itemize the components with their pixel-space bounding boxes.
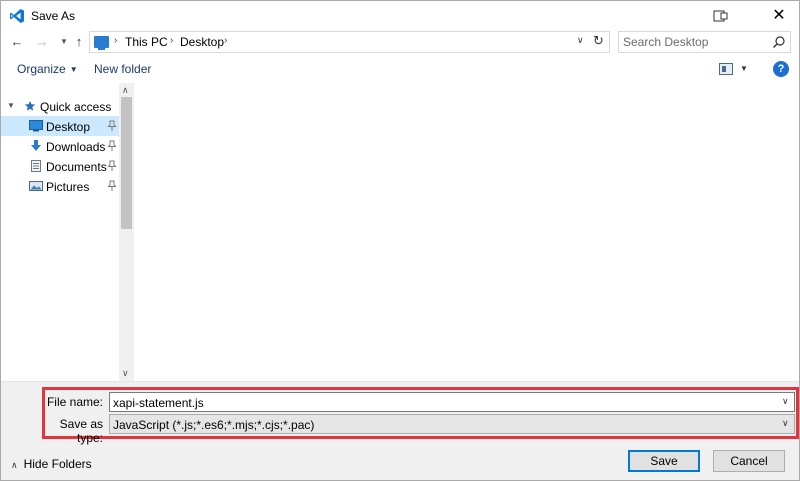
hide-folders-label: Hide Folders: [23, 457, 92, 471]
scrollbar-thumb[interactable]: [121, 97, 132, 229]
context-help-icon[interactable]: [713, 9, 729, 23]
save-as-type-label: Save as type:: [59, 417, 103, 445]
scroll-up-icon[interactable]: ∧: [122, 85, 129, 96]
navigation-pane: ▼ Quick access Desktop Downloads Documen…: [1, 83, 134, 381]
documents-icon: [31, 160, 41, 172]
tree-label-downloads: Downloads: [46, 140, 106, 154]
pin-icon[interactable]: [107, 120, 117, 132]
save-as-type-select[interactable]: JavaScript (*.js;*.es6;*.mjs;*.cjs;*.pac…: [109, 414, 795, 434]
address-row: ← → ▼ ↑ › This PC › Desktop › ∨ ↻: [1, 31, 799, 53]
title-bar: Save As ✕: [1, 1, 799, 31]
chevron-down-icon[interactable]: ▼: [7, 101, 15, 110]
tree-label-desktop: Desktop: [46, 120, 91, 134]
chevron-down-icon[interactable]: ∨: [782, 418, 789, 429]
recent-locations-button[interactable]: ▼: [56, 33, 72, 51]
up-button[interactable]: ↑: [71, 33, 87, 51]
tree-label-quick-access: Quick access: [40, 100, 112, 114]
file-name-input[interactable]: [113, 395, 773, 410]
hide-folders-button[interactable]: ∧ Hide Folders: [11, 457, 92, 471]
save-as-dialog: Save As ✕ ← → ▼ ↑ › This PC › Desktop › …: [0, 0, 800, 481]
breadcrumb-separator[interactable]: ›: [170, 35, 173, 46]
pin-icon[interactable]: [107, 160, 117, 172]
forward-button[interactable]: →: [34, 33, 50, 51]
address-dropdown-icon[interactable]: ∨: [577, 35, 584, 46]
breadcrumb-desktop[interactable]: Desktop: [180, 35, 224, 49]
window-title: Save As: [31, 9, 76, 23]
pictures-icon: [29, 181, 43, 191]
chevron-down-icon: ▼: [69, 65, 78, 74]
organize-label: Organize: [17, 62, 66, 76]
tree-label-documents: Documents: [46, 160, 107, 174]
chevron-down-icon[interactable]: ∨: [782, 396, 789, 407]
help-button[interactable]: ?: [773, 61, 789, 77]
scroll-down-icon[interactable]: ∨: [122, 368, 129, 379]
tree-item-desktop[interactable]: Desktop: [1, 116, 119, 136]
tree-item-quick-access[interactable]: ▼ Quick access: [1, 96, 119, 116]
new-folder-button[interactable]: New folder: [94, 62, 151, 76]
tree-label-pictures: Pictures: [46, 180, 90, 194]
pin-icon[interactable]: [107, 140, 117, 152]
back-button[interactable]: ←: [9, 33, 25, 51]
this-pc-icon: [94, 36, 109, 50]
chevron-up-icon: ∧: [11, 460, 18, 470]
downloads-icon: [31, 140, 41, 151]
folder-tree: ▼ Quick access Desktop Downloads Documen…: [1, 83, 119, 381]
save-button[interactable]: Save: [628, 450, 700, 472]
tree-item-documents[interactable]: Documents: [1, 156, 119, 176]
breadcrumb-separator[interactable]: ›: [224, 35, 227, 46]
change-view-icon[interactable]: [719, 63, 733, 75]
command-bar: Organize ▼ New folder ▼ ?: [1, 58, 799, 82]
breadcrumb-separator[interactable]: ›: [114, 35, 117, 46]
close-button[interactable]: ✕: [761, 5, 797, 27]
cancel-button[interactable]: Cancel: [713, 450, 785, 472]
pin-icon[interactable]: [107, 180, 117, 192]
save-form-area: File name: ∨ Save as type: JavaScript (*…: [1, 381, 799, 480]
organize-button[interactable]: Organize ▼: [17, 62, 78, 76]
nav-pane-scrollbar[interactable]: ∧ ∨: [119, 83, 134, 381]
save-as-type-value: JavaScript (*.js;*.es6;*.mjs;*.cjs;*.pac…: [113, 418, 315, 432]
refresh-icon[interactable]: ↻: [593, 33, 604, 49]
search-input[interactable]: [623, 34, 763, 50]
search-icon[interactable]: [772, 35, 786, 49]
file-name-label: File name:: [46, 395, 103, 409]
file-name-combobox[interactable]: ∨: [109, 392, 795, 412]
search-box[interactable]: [618, 31, 791, 53]
file-list-pane[interactable]: [134, 83, 799, 381]
star-icon: [24, 100, 36, 111]
tree-item-pictures[interactable]: Pictures: [1, 176, 119, 196]
tree-item-downloads[interactable]: Downloads: [1, 136, 119, 156]
vscode-icon: [10, 9, 24, 23]
breadcrumb-this-pc[interactable]: This PC: [125, 35, 168, 49]
desktop-icon: [29, 120, 43, 132]
address-bar[interactable]: › This PC › Desktop › ∨ ↻: [89, 31, 610, 53]
view-options-chevron-icon[interactable]: ▼: [740, 64, 748, 73]
